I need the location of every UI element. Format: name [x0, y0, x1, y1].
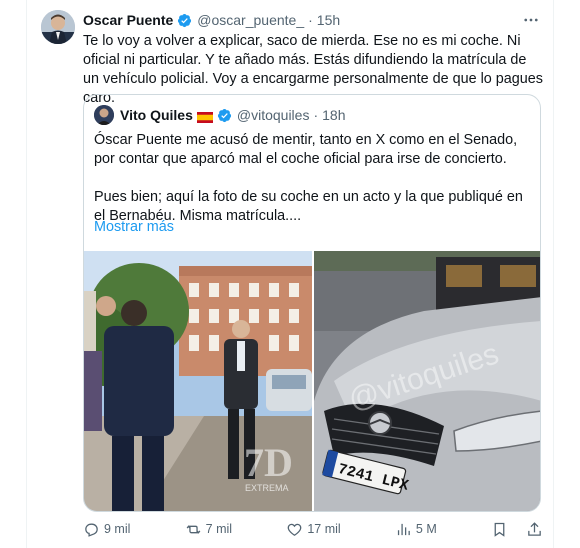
more-horizontal-icon[interactable] [521, 10, 541, 30]
like-count: 17 mil [307, 522, 341, 536]
tweet-card[interactable]: Oscar Puente @oscar_puente_ · 15h Te lo … [26, 0, 554, 548]
author-name[interactable]: Oscar Puente [83, 12, 173, 28]
author-avatar[interactable] [41, 10, 75, 44]
separator-dot: · [308, 12, 313, 28]
views-icon [397, 523, 410, 535]
bookmark-button[interactable] [491, 521, 508, 538]
reply-icon [85, 523, 98, 537]
share-button[interactable] [526, 521, 543, 538]
quote-author-handle[interactable]: @vitoquiles [237, 107, 310, 123]
retweet-button[interactable]: 7 mil [185, 521, 232, 538]
quote-text-paragraph-1: Óscar Puente me acusó de mentir, tanto e… [94, 132, 518, 167]
retweet-count: 7 mil [205, 522, 233, 536]
reply-button[interactable]: 9 mil [83, 521, 130, 538]
media-photo-left[interactable]: 7D EXTREMA [84, 251, 312, 511]
verified-badge-icon [217, 108, 231, 122]
quote-text: Óscar Puente me acusó de mentir, tanto e… [94, 131, 530, 226]
separator-dot: · [313, 107, 319, 123]
show-more-link[interactable]: Mostrar más [94, 219, 174, 235]
quoted-tweet[interactable]: Vito Quiles @vitoquiles · 18h Óscar Puen… [83, 94, 541, 512]
spain-flag-icon [196, 110, 213, 123]
left-watermark-sub: EXTREMA [245, 483, 289, 493]
views-count: 5 M [415, 522, 437, 536]
like-icon [287, 523, 302, 536]
verified-badge-icon [178, 13, 192, 27]
quote-author-avatar[interactable] [94, 105, 114, 125]
share-icon [528, 521, 541, 536]
like-button[interactable]: 17 mil [286, 521, 341, 538]
left-watermark: 7D [244, 440, 293, 485]
quote-header: Vito Quiles @vitoquiles · 18h [94, 105, 345, 125]
bookmark-icon [494, 522, 505, 537]
quote-time[interactable]: 18h [322, 107, 345, 123]
views-button[interactable]: 5 M [395, 521, 437, 538]
media-photo-right[interactable]: 7241 LPX @vitoquiles [314, 251, 540, 511]
retweet-icon [186, 524, 201, 534]
reply-count: 9 mil [104, 522, 131, 536]
tweet-time[interactable]: 15h [317, 12, 340, 28]
quote-media: 7D EXTREMA 7241 LPX @vitoquiles [84, 251, 540, 511]
quote-author-name[interactable]: Vito Quiles [120, 107, 193, 123]
tweet-actions: 9 mil 7 mil 17 mil 5 M [83, 519, 543, 539]
tweet-header: Oscar Puente @oscar_puente_ · 15h [83, 10, 340, 30]
actions-right [491, 521, 543, 538]
author-handle[interactable]: @oscar_puente_ [197, 12, 304, 28]
